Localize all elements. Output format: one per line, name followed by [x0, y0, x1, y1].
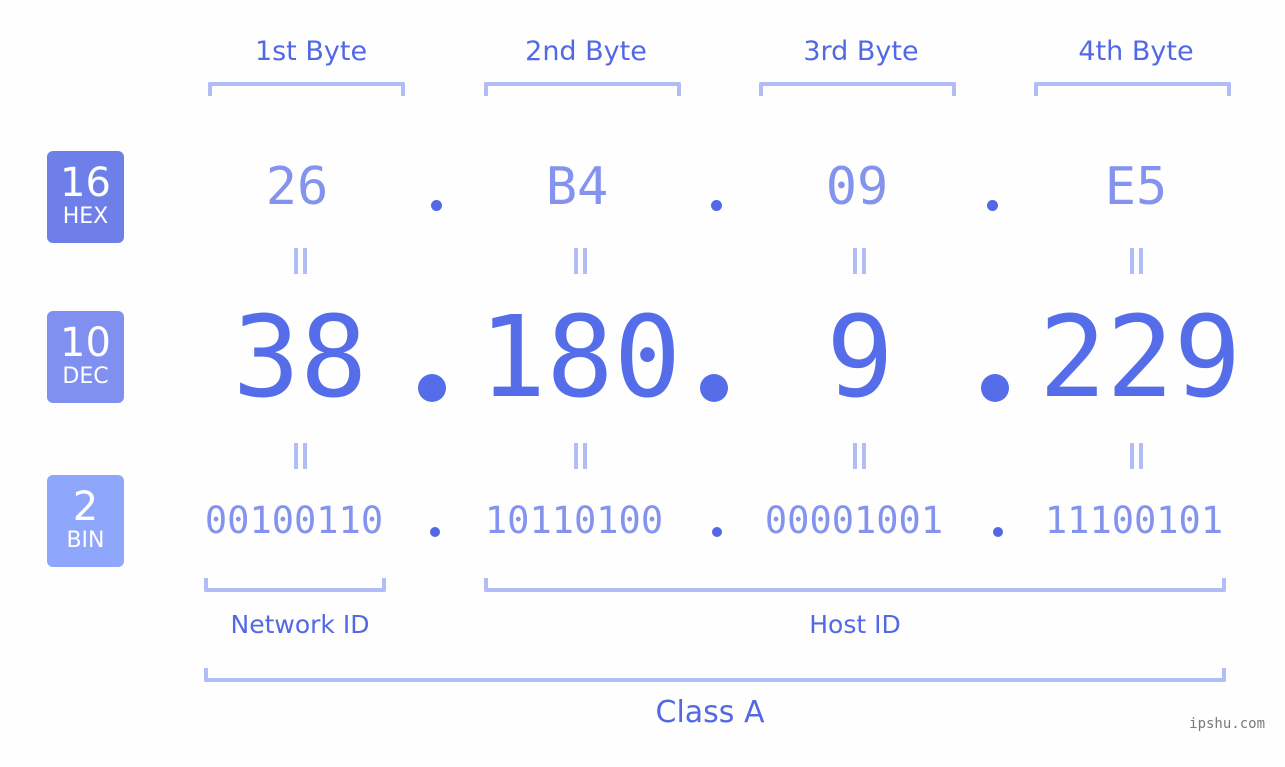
equals-icon	[1128, 443, 1144, 469]
hex-separator-dot-2	[711, 200, 722, 211]
equals-icon	[292, 443, 308, 469]
bin-byte-4: 11100101	[1044, 499, 1224, 542]
watermark: ipshu.com	[1189, 716, 1265, 732]
dec-byte-1: 38	[232, 293, 368, 423]
hex-byte-3: 09	[825, 157, 889, 217]
equals-icon	[1128, 248, 1144, 274]
byte-header-3: 3rd Byte	[803, 36, 919, 67]
dec-base-number: 10	[60, 320, 111, 366]
hex-base-number: 16	[60, 160, 111, 206]
bin-byte-2: 10110100	[484, 499, 664, 542]
byte-bracket-3	[759, 82, 956, 96]
byte-header-1: 1st Byte	[254, 36, 368, 67]
bin-separator-dot-2	[712, 527, 722, 537]
bin-byte-1: 00100110	[204, 499, 384, 542]
bin-byte-3: 00001001	[764, 499, 944, 542]
byte-header-4: 4th Byte	[1078, 36, 1194, 67]
equals-icon	[292, 248, 308, 274]
dec-separator-dot-2	[700, 374, 728, 402]
hex-byte-4: E5	[1104, 157, 1168, 217]
dec-base-label: DEC	[62, 364, 109, 389]
bin-base-number: 2	[72, 484, 99, 530]
dec-base-badge: 10 DEC	[47, 311, 124, 403]
byte-header-2: 2nd Byte	[525, 36, 647, 67]
byte-bracket-1	[208, 82, 405, 96]
network-id-bracket	[204, 578, 386, 592]
dec-byte-2: 180	[478, 293, 682, 423]
bin-base-badge: 2 BIN	[47, 475, 124, 567]
network-id-label: Network ID	[230, 610, 370, 639]
equals-icon	[851, 443, 867, 469]
class-label: Class A	[655, 695, 765, 730]
hex-byte-2: B4	[545, 157, 609, 217]
byte-bracket-4	[1034, 82, 1231, 96]
class-bracket	[204, 668, 1226, 682]
dec-separator-dot-3	[981, 374, 1009, 402]
byte-bracket-2	[484, 82, 681, 96]
hex-separator-dot-3	[987, 200, 998, 211]
equals-icon	[572, 248, 588, 274]
equals-icon	[851, 248, 867, 274]
hex-separator-dot-1	[431, 200, 442, 211]
bin-base-label: BIN	[66, 528, 105, 553]
host-id-label: Host ID	[809, 610, 901, 639]
bin-separator-dot-1	[430, 527, 440, 537]
dec-separator-dot-1	[418, 374, 446, 402]
dec-byte-4: 229	[1038, 293, 1242, 423]
dec-byte-3: 9	[826, 293, 894, 423]
equals-icon	[572, 443, 588, 469]
hex-byte-1: 26	[265, 157, 329, 217]
bin-separator-dot-3	[993, 527, 1003, 537]
hex-base-badge: 16 HEX	[47, 151, 124, 243]
hex-base-label: HEX	[62, 204, 109, 229]
host-id-bracket	[484, 578, 1226, 592]
